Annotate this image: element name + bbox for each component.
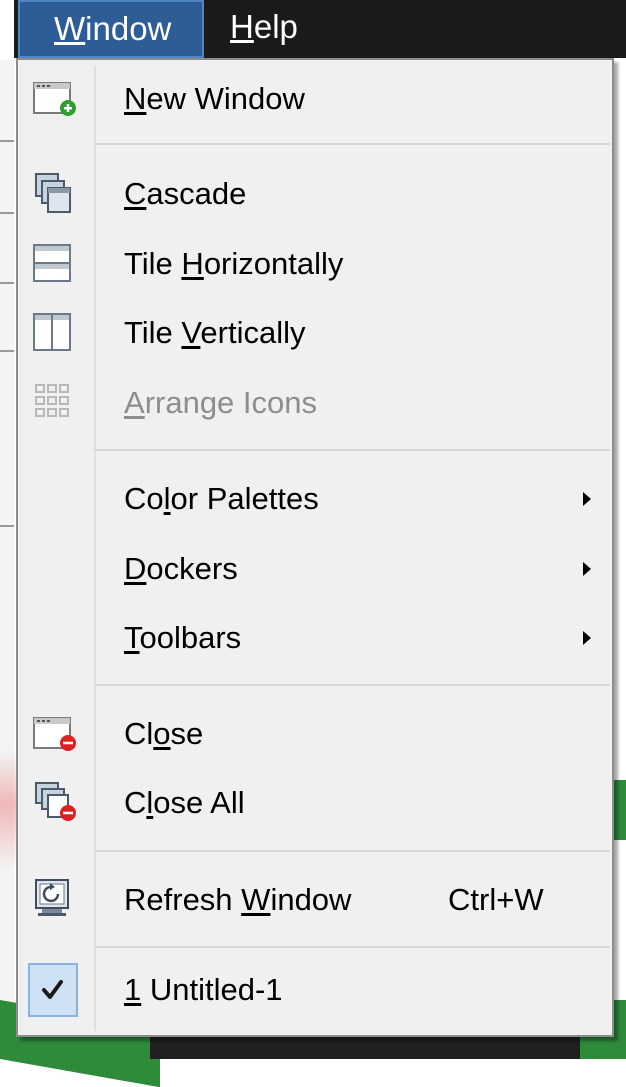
menu-item-label: Dockers: [124, 551, 238, 586]
menu-separator: [94, 946, 610, 948]
window-menu-dropdown: New Window Cascade Tile Horizontally Til…: [16, 58, 614, 1037]
submenu-arrow-icon: [583, 492, 591, 506]
background-shape: [614, 780, 626, 840]
menu-item-cascade[interactable]: Cascade: [22, 163, 610, 225]
menu-item-color-palettes[interactable]: Color Palettes: [22, 468, 610, 530]
menu-item-close[interactable]: Close: [22, 703, 610, 765]
new-window-icon: [28, 75, 78, 123]
menu-item-document-untitled-1[interactable]: 1 Untitled-1: [22, 963, 610, 1025]
menu-help-mnemonic: H: [230, 8, 254, 45]
menu-item-dockers[interactable]: Dockers: [22, 538, 610, 600]
menu-window[interactable]: Window: [18, 0, 204, 58]
checkmark-icon: [28, 963, 78, 1017]
background-shape: [0, 750, 16, 870]
menu-item-new-window[interactable]: New Window: [22, 68, 610, 130]
menu-item-label: 1 Untitled-1: [124, 972, 283, 1007]
background-ruler-line: [0, 350, 14, 352]
menu-item-label: Arrange Icons: [124, 385, 318, 420]
menu-item-toolbars[interactable]: Toolbars: [22, 607, 610, 669]
tile-horizontal-icon: [28, 240, 78, 288]
menu-item-arrange-icons: Arrange Icons: [22, 372, 610, 434]
close-window-icon: [28, 710, 78, 758]
menu-separator: [94, 449, 610, 451]
cascade-icon: [28, 170, 78, 218]
menu-item-refresh-window[interactable]: Refresh Window Ctrl+W: [22, 869, 610, 931]
menu-help[interactable]: Help: [230, 0, 340, 58]
arrange-icons-icon: [28, 379, 78, 427]
background-ruler-line: [0, 140, 14, 142]
menu-item-label: Close All: [124, 785, 245, 820]
menu-window-mnemonic: W: [54, 10, 86, 47]
background-shape: [150, 1035, 580, 1059]
menu-item-label: New Window: [124, 81, 305, 116]
background-ruler-line: [0, 282, 14, 284]
menu-item-close-all[interactable]: Close All: [22, 772, 610, 834]
menu-item-label: Tile Vertically: [124, 315, 306, 350]
menu-item-tile-vertically[interactable]: Tile Vertically: [22, 302, 610, 364]
menu-separator: [94, 143, 610, 145]
menu-window-label-rest: indow: [85, 10, 172, 47]
menu-item-label: Tile Horizontally: [124, 246, 344, 281]
menu-item-label: Color Palettes: [124, 481, 319, 516]
menu-separator: [94, 850, 610, 852]
menu-item-label: Refresh Window: [124, 882, 352, 917]
menu-item-label: Close: [124, 716, 204, 751]
menu-separator: [94, 684, 610, 686]
submenu-arrow-icon: [583, 631, 591, 645]
refresh-window-icon: [28, 876, 78, 924]
close-all-icon: [28, 779, 78, 827]
background-ruler-line: [0, 212, 14, 214]
menu-help-label-rest: elp: [253, 8, 298, 45]
background-ruler-line: [0, 525, 14, 527]
menu-item-shortcut: Ctrl+W: [448, 882, 544, 917]
menu-bar: Window Help: [14, 0, 626, 58]
menu-item-tile-horizontally[interactable]: Tile Horizontally: [22, 233, 610, 295]
submenu-arrow-icon: [583, 562, 591, 576]
tile-vertical-icon: [28, 309, 78, 357]
menu-item-label: Cascade: [124, 176, 247, 211]
menu-item-label: Toolbars: [124, 620, 242, 655]
background-canvas: [0, 60, 14, 1059]
